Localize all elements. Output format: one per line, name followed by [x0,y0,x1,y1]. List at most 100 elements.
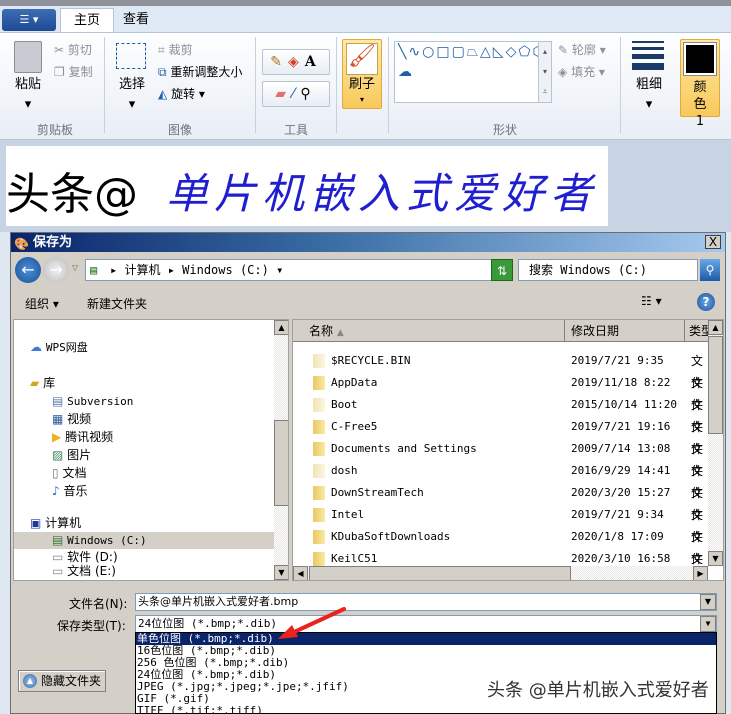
drawing-canvas[interactable]: 头条@ 单片机嵌入式爱好者 [6,146,608,226]
size-button[interactable]: 粗细 ▾ [634,75,664,115]
column-name[interactable]: 名称 ▲ [293,320,565,342]
nav-libraries[interactable]: ▰ 库 [30,376,55,390]
filetype-select[interactable]: 24位位图 (*.bmp;*.dib) ▼ [135,615,717,633]
search-icon[interactable]: ⚲ [700,259,720,281]
scroll-up-button[interactable]: ▲ [274,320,288,335]
nav-drive-d[interactable]: ▭ 软件 (D:) [52,550,118,564]
nav-videos[interactable]: ▦ 视频 [52,412,91,426]
breadcrumb-drive[interactable]: Windows (C:) [182,263,269,277]
file-row[interactable]: dosh 2016/9/29 14:41 文件 [293,460,713,500]
file-row[interactable]: Documents and Settings 2009/7/14 13:08 文件 [293,438,713,478]
outline-icon: ✎ [558,43,569,57]
outline-button[interactable]: ✎ 轮廓 ▾ [558,41,606,58]
scroll-down-button[interactable]: ▼ [274,565,288,580]
filetype-dropdown[interactable]: ▼ [700,616,716,632]
view-options-button[interactable]: ☷ ▾ [641,294,662,308]
scroll-right-button[interactable]: ▶ [693,566,708,580]
file-row[interactable]: $RECYCLE.BIN 2019/7/21 9:35 文件 [293,350,713,390]
file-row[interactable]: DownStreamTech 2020/3/20 15:27 文件 [293,482,713,522]
copy-button[interactable]: ❐ 复制 [54,63,93,80]
nav-pictures[interactable]: ▨ 图片 [52,448,91,462]
rotate-button[interactable]: ◭ 旋转 ▾ [158,85,205,102]
nav-computer[interactable]: ▣ 计算机 [30,516,81,530]
file-date: 2016/9/29 14:41 [571,464,671,477]
nav-label: 图片 [67,448,92,462]
history-dropdown[interactable]: ▽ [72,263,78,272]
hide-folders-label: 隐藏文件夹 [41,674,102,688]
eraser-icon[interactable]: ▰ [275,86,292,102]
filename-dropdown[interactable]: ▼ [700,594,716,610]
organize-button[interactable]: 组织 ▾ [25,295,59,312]
filename-input[interactable]: 头条@单片机嵌入式爱好者.bmp ▼ [135,593,717,611]
scroll-thumb[interactable] [708,336,723,434]
hide-folders-button[interactable]: ▲ 隐藏文件夹 [18,670,106,692]
folder-icon [313,398,325,412]
dialog-title: 保存为 [33,235,73,250]
file-date: 2019/7/21 19:16 [571,420,671,433]
cloud-icon: ☁ [30,340,42,354]
brush-button[interactable]: 🖌 刷子 ▾ [342,39,382,109]
paste-button[interactable]: 粘贴 ▾ [8,75,48,115]
cut-button[interactable]: ✂ 剪切 [54,41,92,58]
color1-button[interactable]: 颜色 1 [680,39,720,129]
nav-scrollbar[interactable]: ▲ ▼ [274,320,288,580]
video-icon: ▦ [52,412,64,426]
back-button[interactable]: ← [15,257,41,283]
file-hscrollbar[interactable]: ◀ ▶ [293,566,708,580]
nav-subversion[interactable]: ▤ Subversion [52,394,133,409]
nav-label: 文档 [62,466,87,480]
file-row[interactable]: C-Free5 2019/7/21 19:16 文件 [293,416,713,456]
nav-wps-label: WPS网盘 [45,341,88,354]
navigation-pane: ☁ WPS网盘 ▰ 库 ▤ Subversion ▦ 视频 ▶ 腾讯视频 ▨ 图… [13,319,289,581]
nav-libraries-label: 库 [43,376,56,390]
file-vscrollbar[interactable]: ▲ ▼ [708,320,723,566]
search-input[interactable]: 搜索 Windows (C:) [518,259,698,281]
filetype-option[interactable]: TIFF (*.tif;*.tiff) [136,705,716,714]
nav-documents[interactable]: ▯ 文档 [52,466,86,480]
text-icon[interactable]: A [305,54,322,70]
nav-drive-c[interactable]: ▤ Windows (C:) [14,532,274,549]
new-folder-button[interactable]: 新建文件夹 [87,295,147,312]
canvas-area: 头条@ 单片机嵌入式爱好者 [0,140,731,232]
nav-music[interactable]: ♪ 音乐 [52,484,88,498]
scroll-left-button[interactable]: ◀ [293,566,308,580]
paint-menu-button[interactable]: ☰ ▾ [2,9,56,31]
scroll-up-button[interactable]: ▲ [708,320,723,335]
close-button[interactable]: X [705,235,721,249]
folder-icon [313,530,325,544]
file-row[interactable]: Intel 2019/7/21 9:34 文件 [293,504,713,544]
column-date[interactable]: 修改日期 [565,320,685,342]
windows-drive-icon: ▤ [52,533,64,547]
scroll-thumb[interactable] [309,566,571,580]
magnifier-icon[interactable]: ⚲ [300,86,316,102]
rotate-label: 旋转 [171,87,196,101]
tab-home[interactable]: 主页 [60,8,115,32]
breadcrumb-computer[interactable]: 计算机 [124,263,160,277]
file-row[interactable]: AppData 2019/11/18 8:22 文件 [293,372,713,412]
nav-drive-e[interactable]: ▭ 文档 (E:) [52,564,116,578]
address-bar[interactable]: ▤ ▸ 计算机 ▸ Windows (C:) ▾ ▼ [85,259,513,281]
file-row[interactable]: Boot 2015/10/14 11:20 文件 [293,394,713,434]
clipboard-group-label: 剪贴板 [36,123,73,137]
fill-icon[interactable]: ◈ [288,54,305,70]
nav-wps[interactable]: ☁ WPS网盘 [30,340,88,355]
chevron-up-icon: ▲ [23,674,37,688]
resize-button[interactable]: ⧉ 重新调整大小 [158,63,242,80]
tab-view[interactable]: 查看 [110,8,162,32]
crop-button[interactable]: ⌗ 裁剪 [158,41,193,58]
forward-button[interactable]: → [43,257,69,283]
help-icon[interactable]: ? [697,293,715,311]
dialog-titlebar: 🎨 保存为 X [11,233,725,252]
file-row[interactable]: KDubaSoftDownloads 2020/1/8 17:09 文件 [293,526,713,566]
refresh-icon[interactable]: ⇅ [491,259,513,281]
scroll-thumb[interactable] [274,420,288,506]
scroll-down-button[interactable]: ▼ [708,551,723,566]
shapes-scroll[interactable]: ▴ ▾ ⩡ [538,41,552,103]
organize-label: 组织 [25,297,50,311]
nav-tencent-video[interactable]: ▶ 腾讯视频 [52,430,113,444]
select-button[interactable]: 选择 ▾ [112,75,152,115]
shapes-gallery[interactable]: ╲∿○□▢⏢△◺◇⬠⬡⇨⇦⇧⇩✧☆✡▭◯☁ [394,41,552,103]
fill-button[interactable]: ◈ 填充 ▾ [558,63,605,80]
folder-icon [313,508,325,522]
pencil-icon[interactable]: ✎ [270,54,288,70]
